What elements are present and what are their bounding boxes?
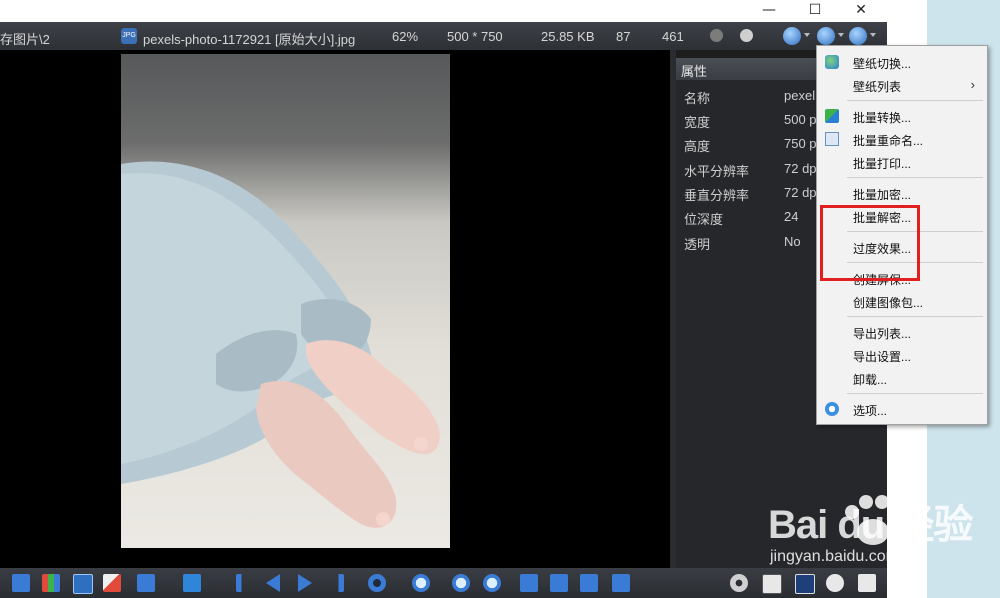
menu-item-label: 批量加密... (853, 188, 912, 202)
image-viewer-app: 存图片\2 JPG pexels-photo-1172921 [原始大小].jp… (0, 22, 887, 598)
export-arrow-icon[interactable] (183, 574, 201, 592)
histogram-icon[interactable] (42, 574, 60, 592)
fit-icon[interactable] (12, 574, 30, 592)
menu-item-create-image-pack[interactable]: 创建图像包... (817, 290, 987, 312)
batch-convert-icon (825, 109, 839, 123)
menu-item-label: 批量打印... (853, 157, 912, 171)
maximize-button[interactable]: ☐ (792, 0, 838, 22)
menu-item-label: 选项... (853, 404, 888, 418)
dropdown-arrow-icon[interactable] (838, 33, 844, 37)
property-key: 水平分辨率 (684, 164, 750, 179)
baby-feet-photo (121, 161, 440, 528)
fit-width-icon[interactable] (580, 574, 598, 592)
property-key: 透明 (684, 237, 711, 252)
highlight-box (820, 205, 920, 281)
close-button[interactable]: ✕ (838, 0, 884, 22)
property-key: 宽度 (684, 115, 711, 130)
property-value: 750 p (784, 136, 817, 151)
menu-item-label: 导出设置... (853, 350, 912, 364)
watermark-brand: Bai du 经验 (768, 503, 973, 547)
zoom-in-icon[interactable] (483, 574, 501, 592)
info-number-a: 87 (616, 29, 631, 44)
minimize-button[interactable]: — (746, 0, 792, 22)
tool-globe-icon[interactable] (783, 27, 801, 45)
dropdown-arrow-icon[interactable] (804, 33, 810, 37)
watermark-url: jingyan.baidu.com (770, 548, 899, 565)
menu-item-export-list[interactable]: 导出列表... (817, 321, 987, 343)
jpg-file-icon: JPG (121, 28, 137, 44)
menu-item-label: 壁纸列表 (853, 80, 902, 94)
zoom-out-icon[interactable] (452, 574, 470, 592)
menu-item-label: 卸载... (853, 373, 888, 387)
zoom-icon[interactable] (412, 574, 430, 592)
property-value: 24 (784, 209, 799, 224)
image-canvas[interactable] (0, 50, 670, 586)
image-dimensions: 500 * 750 (447, 29, 503, 44)
menu-item-wallpaper-list[interactable]: 壁纸列表 › (817, 74, 987, 96)
crop-icon[interactable] (73, 574, 93, 594)
property-key: 名称 (684, 91, 711, 106)
menu-separator (847, 100, 983, 101)
status-dot-icon (710, 29, 723, 42)
previous-image-icon[interactable] (266, 574, 280, 592)
property-value: 500 p (784, 112, 817, 127)
property-key: 位深度 (684, 212, 724, 227)
actual-size-icon[interactable] (550, 574, 568, 592)
menu-item-batch-print[interactable]: 批量打印... (817, 151, 987, 173)
property-value: 72 dp (784, 161, 817, 176)
menu-separator (847, 316, 983, 317)
tools-menu-icon[interactable] (849, 27, 867, 45)
edit-image-icon[interactable] (103, 574, 121, 592)
menu-item-batch-encrypt[interactable]: 批量加密... (817, 182, 987, 204)
property-value: No (784, 234, 801, 249)
menu-item-label: 导出列表... (853, 327, 912, 341)
zoom-level: 62% (392, 29, 419, 44)
menu-separator (847, 177, 983, 178)
file-size: 25.85 KB (541, 29, 595, 44)
menu-item-label: 壁纸切换... (853, 57, 912, 71)
menu-item-batch-convert[interactable]: 批量转换... (817, 105, 987, 127)
annotate-icon[interactable] (137, 574, 155, 592)
window-titlebar: — ☐ ✕ (0, 0, 887, 22)
settings-gear-icon[interactable] (368, 574, 386, 592)
batch-rename-icon (825, 132, 839, 146)
wallpaper-icon (825, 55, 839, 69)
submenu-arrow-icon: › (970, 77, 975, 92)
status-dot-icon (740, 29, 753, 42)
fit-height-icon[interactable] (520, 574, 538, 592)
first-image-icon[interactable] (236, 574, 254, 592)
properties-title: 属性 (681, 64, 708, 79)
menu-item-label: 批量转换... (853, 111, 912, 125)
property-key: 高度 (684, 139, 711, 154)
info-number-b: 461 (662, 29, 684, 44)
folder-path: 存图片\2 (0, 32, 50, 47)
menu-item-batch-rename[interactable]: 批量重命名... (817, 128, 987, 150)
menu-item-label: 创建图像包... (853, 296, 924, 310)
menu-item-uninstall[interactable]: 卸载... (817, 367, 987, 389)
menu-item-options[interactable]: 选项... (817, 398, 987, 420)
menu-item-export-settings[interactable]: 导出设置... (817, 344, 987, 366)
next-image-icon[interactable] (298, 574, 312, 592)
file-info-bar: 存图片\2 JPG pexels-photo-1172921 [原始大小].jp… (0, 22, 887, 50)
options-icon (825, 402, 839, 416)
property-value: 72 dp (784, 185, 817, 200)
file-name: pexels-photo-1172921 [原始大小].jpg (143, 32, 356, 47)
bottom-toolbar (0, 568, 887, 598)
last-image-icon[interactable] (326, 574, 344, 592)
tool-globe-icon[interactable] (817, 27, 835, 45)
displayed-photo (121, 54, 450, 548)
menu-separator (847, 393, 983, 394)
fit-vertical-icon[interactable] (612, 574, 630, 592)
menu-item-wallpaper-switch[interactable]: 壁纸切换... (817, 51, 987, 73)
menu-item-label: 批量重命名... (853, 134, 924, 148)
dropdown-arrow-icon[interactable] (870, 33, 876, 37)
property-value: pexel (784, 88, 816, 103)
gear-icon[interactable] (730, 574, 748, 592)
baidu-watermark: Bai du 经验 jingyan.baidu.com (768, 492, 1000, 588)
property-key: 垂直分辨率 (684, 188, 750, 203)
